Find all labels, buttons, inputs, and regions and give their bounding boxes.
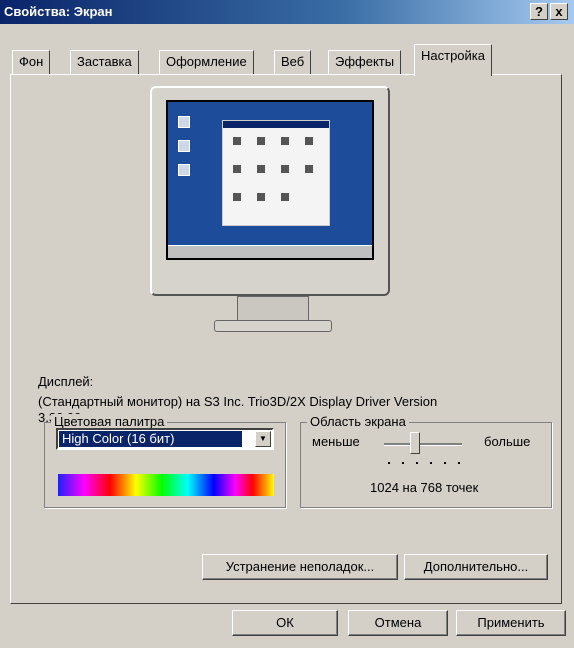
more-label: больше [484, 434, 531, 449]
help-button[interactable]: ? [530, 3, 548, 20]
slider-tick [402, 462, 404, 464]
color-palette-legend: Цветовая палитра [51, 414, 168, 429]
screen-area-legend: Область экрана [307, 414, 409, 429]
desktop-icon [178, 116, 190, 128]
resolution-text: 1024 на 768 точек [370, 480, 479, 495]
slider-tick [388, 462, 390, 464]
display-description: (Стандартный монитор) на S3 Inc. Trio3D/… [38, 394, 438, 409]
desktop-preview [166, 100, 374, 260]
color-depth-select[interactable]: High Color (16 бит) ▼ [56, 428, 274, 450]
color-spectrum-bar [58, 474, 274, 496]
troubleshoot-button[interactable]: Устранение неполадок... [202, 554, 398, 580]
monitor-stand [237, 296, 309, 322]
slider-tick [458, 462, 460, 464]
desktop-icon [178, 140, 190, 152]
tab-appearance[interactable]: Оформление [159, 50, 254, 74]
close-button[interactable]: x [550, 3, 568, 20]
color-depth-value: High Color (16 бит) [59, 431, 242, 447]
tab-screensaver[interactable]: Заставка [70, 50, 139, 74]
slider-tick [416, 462, 418, 464]
monitor-preview [150, 86, 390, 296]
resolution-slider-track[interactable] [384, 443, 462, 446]
tab-effects[interactable]: Эффекты [328, 50, 402, 74]
apply-button[interactable]: Применить [456, 610, 566, 636]
tab-settings[interactable]: Настройка [414, 44, 492, 76]
slider-tick [444, 462, 446, 464]
less-label: меньше [312, 434, 360, 449]
preview-taskbar [168, 245, 372, 258]
ok-button[interactable]: ОК [232, 610, 338, 636]
preview-window [222, 120, 330, 226]
chevron-down-icon[interactable]: ▼ [255, 431, 271, 447]
cancel-button[interactable]: Отмена [348, 610, 448, 636]
tab-web[interactable]: Веб [274, 50, 312, 74]
desktop-icon [178, 164, 190, 176]
window-title: Свойства: Экран [4, 4, 113, 19]
slider-tick [430, 462, 432, 464]
resolution-slider-thumb[interactable] [410, 432, 420, 454]
tab-background[interactable]: Фон [12, 50, 51, 74]
title-bar: Свойства: Экран [0, 0, 574, 24]
monitor-base [214, 320, 332, 332]
advanced-button[interactable]: Дополнительно... [404, 554, 548, 580]
display-label: Дисплей: [38, 374, 94, 389]
